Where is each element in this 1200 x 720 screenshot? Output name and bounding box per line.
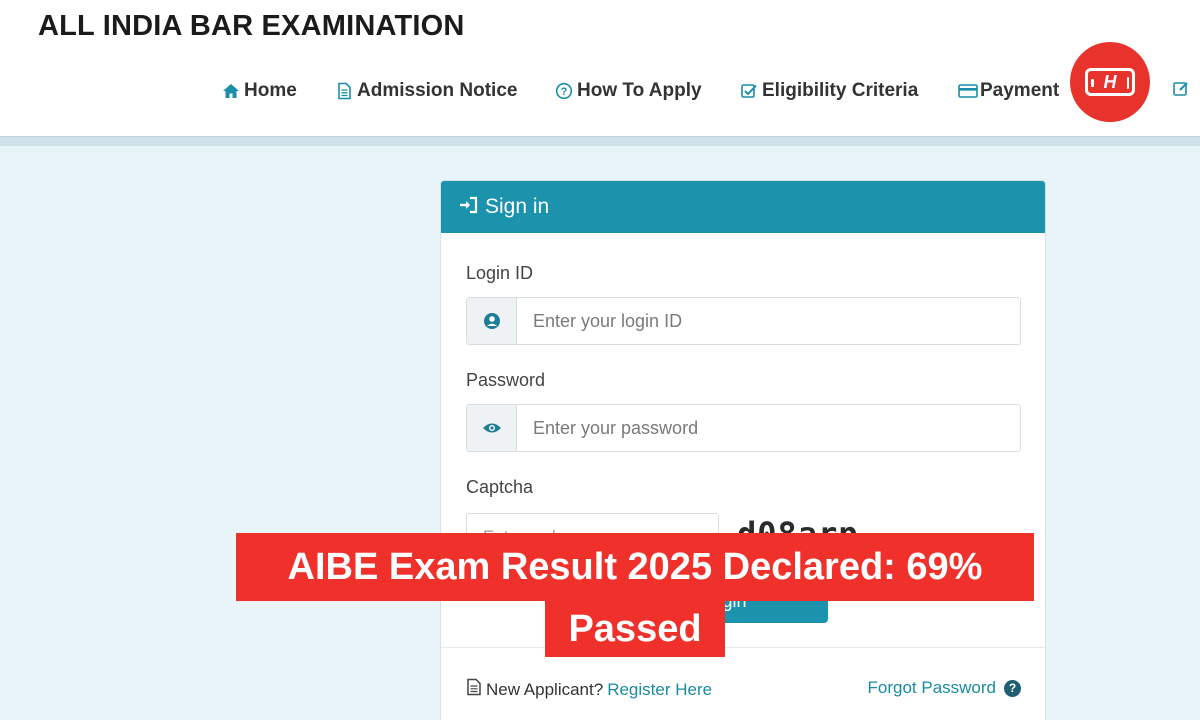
signin-card: Sign in Login ID Password Captcha d08arp… (440, 180, 1046, 720)
brand-logo-letter: H (1103, 71, 1117, 92)
login-id-input[interactable] (517, 298, 1020, 344)
headline-line-2: Passed (545, 601, 725, 657)
nav-payment[interactable]: Payment (958, 80, 1059, 102)
nav-admission-notice[interactable]: Admission Notice (335, 80, 517, 102)
nav-admission-notice-label: Admission Notice (357, 80, 518, 101)
login-id-group (466, 297, 1021, 345)
signin-heading: Sign in (485, 195, 550, 218)
help-icon[interactable]: ? (1004, 679, 1021, 697)
nav-how-to-apply[interactable]: ? How To Apply (555, 80, 702, 102)
brand-logo-badge: H (1070, 42, 1150, 122)
document-icon (335, 82, 353, 100)
header-divider (0, 136, 1200, 146)
password-label: Password (466, 370, 546, 390)
site-header: ALL INDIA BAR EXAMINATION Home Admission… (0, 0, 1200, 138)
credit-card-icon (958, 82, 978, 100)
question-circle-icon: ? (555, 82, 573, 100)
headline-line-1: AIBE Exam Result 2025 Declared: 69% (236, 533, 1034, 601)
new-applicant-text: New Applicant? (486, 679, 604, 699)
nav-how-to-apply-label: How To Apply (577, 80, 702, 101)
document-small-icon (466, 678, 482, 701)
new-applicant-row: New Applicant? Register Here (466, 678, 712, 701)
svg-text:?: ? (561, 86, 568, 98)
nav-edit-partial[interactable] (1172, 80, 1190, 98)
check-square-icon (740, 82, 758, 100)
nav-eligibility-criteria-label: Eligibility Criteria (762, 80, 919, 101)
signin-card-header: Sign in (441, 181, 1045, 233)
nav-payment-label: Payment (980, 80, 1060, 101)
phone-logo-icon: H (1085, 68, 1135, 96)
site-title: ALL INDIA BAR EXAMINATION (38, 10, 465, 42)
captcha-label: Captcha (466, 477, 534, 497)
nav-home-label: Home (244, 80, 297, 101)
forgot-password-link[interactable]: Forgot Password (868, 678, 997, 698)
password-input[interactable] (517, 405, 1020, 451)
home-icon (222, 82, 240, 100)
nav-eligibility-criteria[interactable]: Eligibility Criteria (740, 80, 918, 102)
edit-icon (1172, 80, 1190, 98)
eye-icon[interactable] (467, 405, 517, 451)
signin-card-footer: New Applicant? Register Here Forgot Pass… (441, 647, 1045, 720)
nav-home[interactable]: Home (222, 80, 297, 102)
forgot-password-row: Forgot Password ? (868, 678, 1021, 698)
sign-in-icon (459, 196, 479, 219)
user-circle-icon (467, 298, 517, 344)
password-group (466, 404, 1021, 452)
login-id-label: Login ID (466, 263, 534, 283)
register-here-link[interactable]: Register Here (607, 680, 712, 700)
